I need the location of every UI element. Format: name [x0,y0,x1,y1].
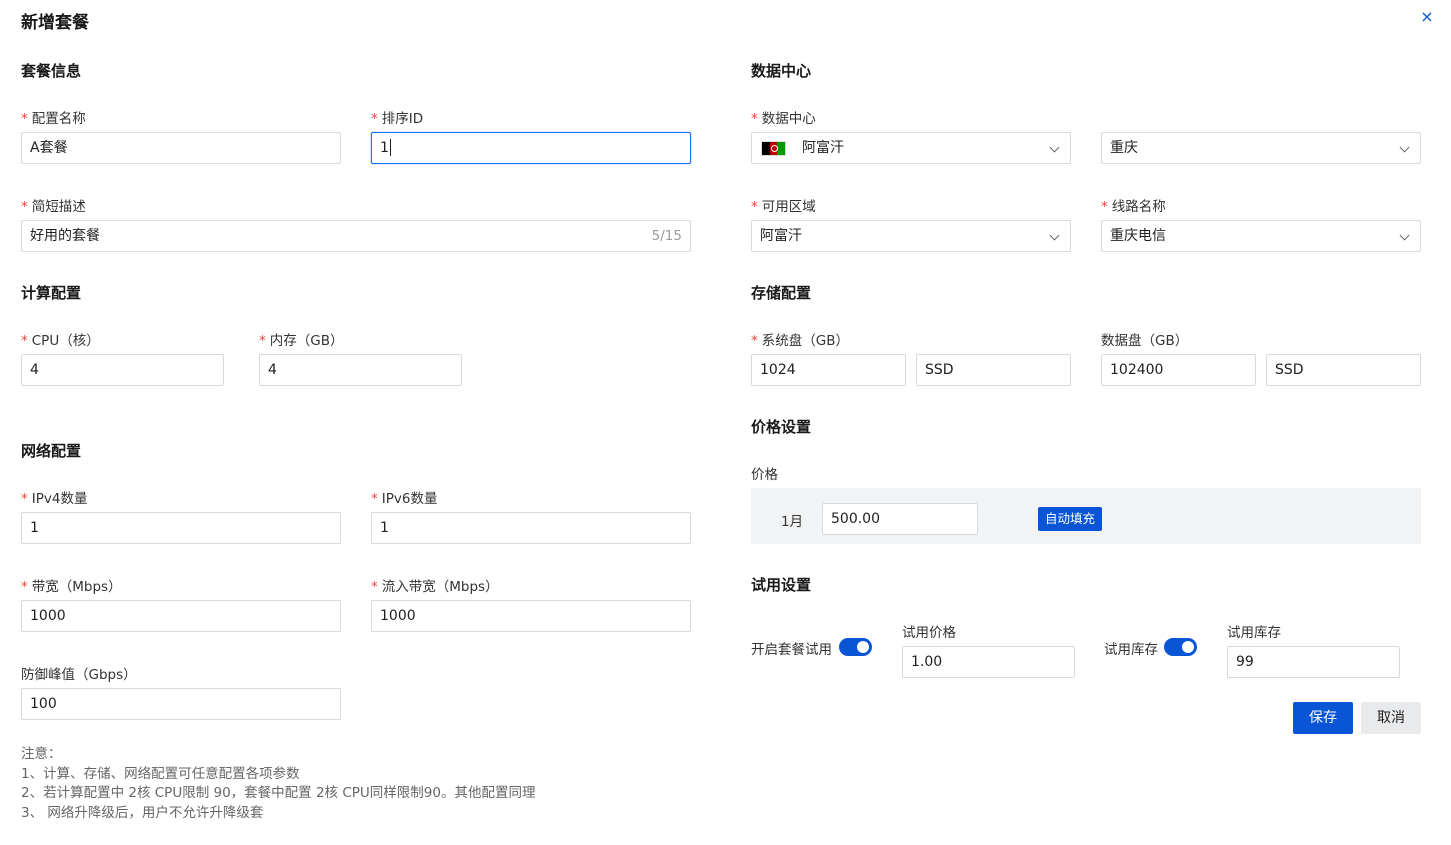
memory-input[interactable]: 4 [259,354,462,386]
section-title-price: 价格设置 [751,418,812,436]
cpu-input[interactable]: 4 [21,354,224,386]
label-trial-stock: 试用库存 [1227,625,1281,641]
trial-price-input[interactable]: 1.00 [902,646,1075,678]
label-datacenter: * 数据中心 [751,111,816,127]
label-inbound-bandwidth: * 流入带宽（Mbps） [371,579,499,595]
sort-id-input[interactable]: 1 [371,132,691,164]
section-title-datacenter: 数据中心 [751,62,812,80]
line-select[interactable]: 重庆电信 [1101,220,1421,252]
bandwidth-input[interactable]: 1000 [21,600,341,632]
zone-select[interactable]: 阿富汗 [751,220,1071,252]
ipv6-input[interactable]: 1 [371,512,691,544]
notes-item: 1、计算、存储、网络配置可任意配置各项参数 [21,765,300,782]
system-disk-type-input[interactable]: SSD [916,354,1071,386]
config-name-input[interactable]: A套餐 [21,132,341,164]
chevron-down-icon [1399,230,1410,241]
save-button[interactable]: 保存 [1293,702,1353,734]
label-ipv4: * IPv4数量 [21,491,88,507]
label-sort-id: * 排序ID [371,111,424,127]
datacenter-country-select[interactable]: 阿富汗 [751,132,1071,164]
label-system-disk: * 系统盘（GB） [751,333,849,349]
label-line: * 线路名称 [1101,199,1166,215]
section-title-compute: 计算配置 [21,284,82,302]
trial-stock-toggle[interactable] [1164,638,1197,656]
section-title-storage: 存储配置 [751,284,812,302]
label-enable-trial: 开启套餐试用 [751,642,832,658]
label-zone: * 可用区域 [751,199,816,215]
dialog-title: 新增套餐 [21,13,89,33]
notes-item: 3、 网络升降级后，用户不允许升降级套 [21,804,264,821]
label-config-name: * 配置名称 [21,111,86,127]
price-input[interactable]: 500.00 [822,503,978,535]
trial-stock-input[interactable]: 99 [1227,646,1400,678]
enable-trial-toggle[interactable] [839,638,872,656]
data-disk-type-input[interactable]: SSD [1266,354,1421,386]
chevron-down-icon [1399,142,1410,153]
inbound-bandwidth-input[interactable]: 1000 [371,600,691,632]
label-memory: * 内存（GB） [259,333,344,349]
datacenter-city-select[interactable]: 重庆 [1101,132,1421,164]
close-icon[interactable]: × [1419,9,1435,25]
label-ipv6: * IPv6数量 [371,491,438,507]
notes-heading: 注意： [21,746,62,762]
notes: 注意： 1、计算、存储、网络配置可任意配置各项参数 2、若计算配置中 2核 CP… [21,745,535,823]
description-char-counter: 5/15 [651,228,682,244]
ddos-peak-input[interactable]: 100 [21,688,341,720]
label-cpu: * CPU（核） [21,333,100,349]
data-disk-input[interactable]: 102400 [1101,354,1256,386]
cancel-button[interactable]: 取消 [1361,702,1421,734]
autofill-button[interactable]: 自动填充 [1038,507,1102,531]
section-title-network: 网络配置 [21,442,82,460]
section-title-package-info: 套餐信息 [21,62,82,80]
label-price: 价格 [751,467,778,483]
section-title-trial: 试用设置 [751,576,812,594]
chevron-down-icon [1049,142,1060,153]
description-input[interactable]: 好用的套餐 5/15 [21,220,691,252]
label-trial-price: 试用价格 [902,625,956,641]
label-bandwidth: * 带宽（Mbps） [21,579,122,595]
notes-item: 2、若计算配置中 2核 CPU限制 90，套餐中配置 2核 CPU同样限制90。… [21,785,536,801]
label-ddos-peak: 防御峰值（Gbps） [21,667,137,683]
price-period-label: 1月 [781,514,804,530]
ipv4-input[interactable]: 1 [21,512,341,544]
system-disk-input[interactable]: 1024 [751,354,906,386]
label-trial-stock-toggle: 试用库存 [1104,642,1158,658]
label-data-disk: 数据盘（GB） [1101,333,1189,349]
afghanistan-flag-icon [761,141,786,156]
label-description: * 简短描述 [21,199,86,215]
chevron-down-icon [1049,230,1060,241]
